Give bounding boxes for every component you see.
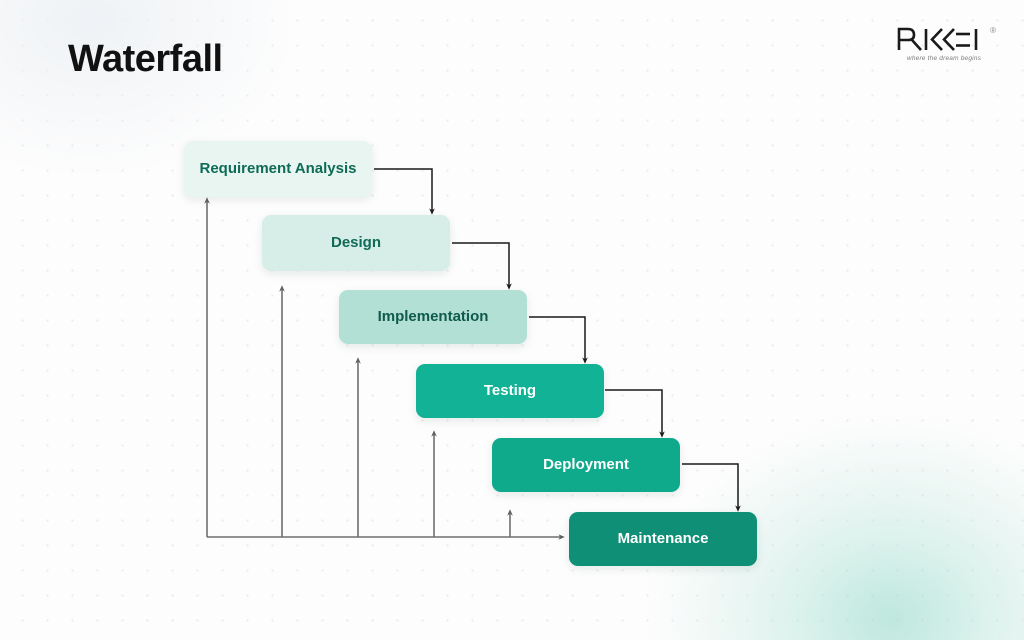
waterfall-diagram: Requirement Analysis Design Implementati… — [0, 0, 1024, 640]
stage-label-maintenance: Maintenance — [617, 529, 709, 547]
connector-implementation-to-testing — [529, 316, 588, 364]
connector-testing-to-deployment — [605, 389, 665, 438]
connector-requirement-to-design — [374, 168, 435, 215]
stage-label-testing: Testing — [483, 381, 537, 399]
stage-box-design[interactable]: Design — [262, 215, 450, 271]
stage-label-deployment: Deployment — [543, 455, 629, 473]
stage-box-implementation[interactable]: Implementation — [339, 290, 527, 344]
stage-box-requirement-analysis[interactable]: Requirement Analysis — [184, 141, 372, 197]
stage-box-testing[interactable]: Testing — [416, 364, 604, 418]
stage-label-requirement-analysis: Requirement Analysis — [199, 159, 357, 177]
stage-box-maintenance[interactable]: Maintenance — [569, 512, 757, 566]
stage-label-design: Design — [330, 233, 381, 251]
connector-design-to-implementation — [452, 242, 512, 290]
stage-box-deployment[interactable]: Deployment — [492, 438, 680, 492]
slide-canvas: Waterfall ® where the dream begins Requi… — [0, 0, 1024, 640]
connector-deployment-to-maintenance — [682, 463, 741, 512]
stage-label-implementation: Implementation — [377, 307, 489, 325]
